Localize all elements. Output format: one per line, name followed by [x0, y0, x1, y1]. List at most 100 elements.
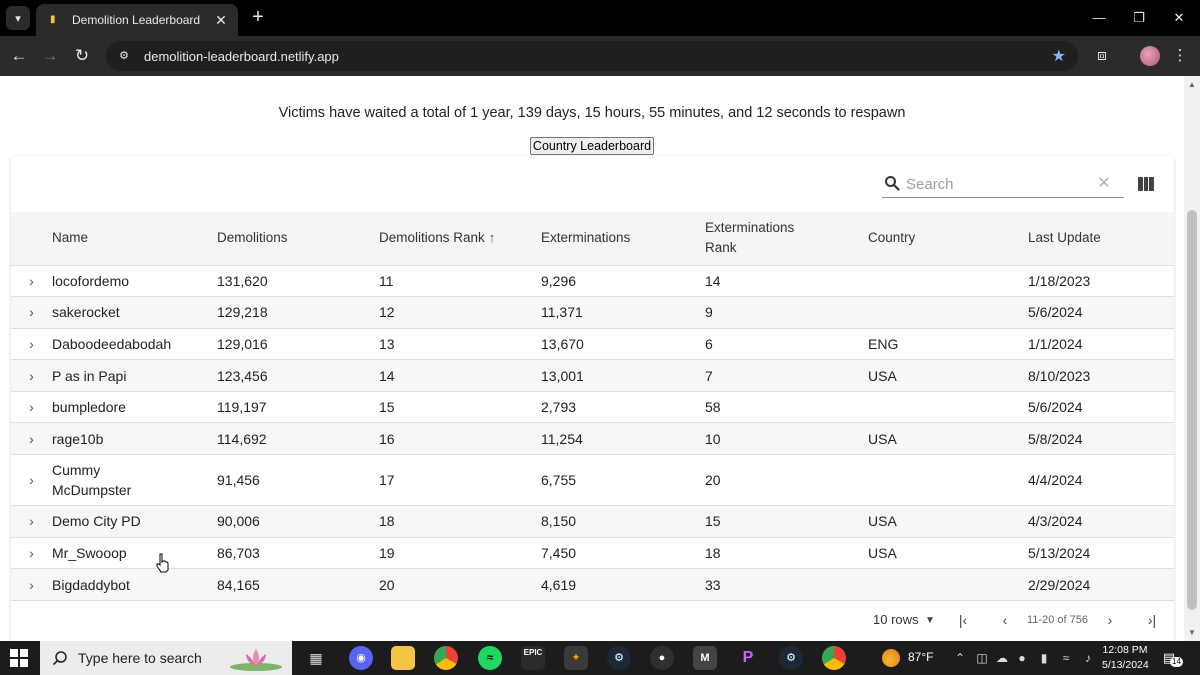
- page-scrollbar[interactable]: ▲ ▼: [1184, 76, 1200, 641]
- battery-icon[interactable]: ▮: [1036, 650, 1052, 666]
- cell-last-update: 2/29/2024: [1028, 576, 1091, 593]
- profile-avatar[interactable]: [1140, 46, 1160, 66]
- tray-app-icon[interactable]: ☁: [994, 650, 1010, 666]
- table-row[interactable]: › Cummy McDumpster 91,456 17 6,755 20 4/…: [11, 455, 1174, 506]
- new-tab-button[interactable]: +: [246, 6, 270, 30]
- minimize-button[interactable]: —: [1086, 6, 1112, 30]
- expand-row-icon[interactable]: ›: [25, 543, 39, 563]
- file-explorer-icon[interactable]: [391, 646, 415, 670]
- extensions-icon[interactable]: ⧈: [1090, 44, 1114, 68]
- wifi-icon[interactable]: ≈: [1058, 650, 1074, 666]
- task-view-icon[interactable]: ▦: [304, 646, 328, 670]
- chrome-icon[interactable]: [822, 646, 846, 670]
- spotify-icon[interactable]: ≈: [478, 646, 502, 670]
- table-row[interactable]: › Mr_Swooop 86,703 19 7,450 18 USA 5/13/…: [11, 537, 1174, 569]
- table-row[interactable]: › Daboodeedabodah 129,016 13 13,670 6 EN…: [11, 328, 1174, 360]
- expand-row-icon[interactable]: ›: [25, 366, 39, 386]
- column-header-exterminations-rank[interactable]: Exterminations Rank: [705, 212, 868, 265]
- tray-overflow-chevron-icon[interactable]: ⌃: [952, 650, 968, 666]
- sort-ascending-icon[interactable]: ↑: [489, 230, 496, 245]
- table-row[interactable]: › Bigdaddybot 84,165 20 4,619 33 2/29/20…: [11, 568, 1174, 601]
- expand-row-icon[interactable]: ›: [25, 271, 39, 291]
- expand-row-icon[interactable]: ›: [25, 397, 39, 417]
- epic-games-icon[interactable]: EPIC: [521, 646, 545, 670]
- clock-time: 12:08 PM: [1102, 644, 1148, 656]
- forward-button[interactable]: →: [38, 44, 62, 68]
- column-header-name[interactable]: Name: [52, 212, 217, 265]
- table-row[interactable]: › rage10b 114,692 16 11,254 10 USA 5/8/2…: [11, 422, 1174, 455]
- browser-menu-icon[interactable]: ⋮: [1170, 44, 1190, 68]
- active-tab[interactable]: ▮ Demolition Leaderboard ✕: [36, 4, 238, 36]
- search-field[interactable]: ✕: [882, 174, 1124, 198]
- cell-exterminations: 11,371: [541, 304, 583, 321]
- url-text[interactable]: demolition-leaderboard.netlify.app: [144, 49, 1052, 64]
- volume-icon[interactable]: ♪: [1080, 650, 1096, 666]
- system-clock[interactable]: 12:08 PM 5/13/2024: [1102, 643, 1149, 673]
- scroll-thumb[interactable]: [1187, 210, 1197, 610]
- reload-button[interactable]: ↻: [70, 44, 94, 68]
- chrome-icon[interactable]: [434, 646, 458, 670]
- pagination-info: 11-20 of 756: [1027, 614, 1088, 626]
- obs-icon[interactable]: ●: [650, 646, 674, 670]
- column-header-demolitions[interactable]: Demolitions: [217, 212, 379, 265]
- scroll-down-arrow-icon[interactable]: ▼: [1188, 628, 1196, 638]
- back-button[interactable]: ←: [7, 44, 31, 68]
- column-header-exterminations[interactable]: Exterminations: [541, 212, 705, 265]
- table-row[interactable]: › Demo City PD 90,006 18 8,150 15 USA 4/…: [11, 505, 1174, 538]
- expand-row-icon[interactable]: ›: [25, 470, 39, 490]
- restore-button[interactable]: ❐: [1126, 6, 1152, 30]
- app-icon[interactable]: ✦: [564, 646, 588, 670]
- previous-page-icon[interactable]: ‹: [995, 610, 1015, 630]
- cell-demolitions-rank: 18: [379, 513, 395, 530]
- cell-name: Daboodeedabodah: [52, 335, 172, 352]
- cell-name: rage10b: [52, 430, 104, 447]
- windows-start-icon[interactable]: [10, 649, 28, 667]
- steam-icon[interactable]: ⚙: [607, 646, 631, 670]
- cell-last-update: 5/8/2024: [1028, 430, 1083, 447]
- leaderboard-card: ✕ Name Demolitions Demolitions Rank ↑ Ext…: [11, 156, 1174, 641]
- table-row[interactable]: › locofordemo 131,620 11 9,296 14 1/18/2…: [11, 265, 1174, 297]
- cell-last-update: 1/18/2023: [1028, 272, 1091, 289]
- column-header-country[interactable]: Country: [868, 212, 1028, 265]
- expand-row-icon[interactable]: ›: [25, 334, 39, 354]
- tab-title: Demolition Leaderboard: [72, 13, 201, 27]
- weather-temperature[interactable]: 87°F: [908, 650, 933, 664]
- country-leaderboard-button[interactable]: Country Leaderboard: [530, 137, 654, 155]
- address-bar[interactable]: ⚙ demolition-leaderboard.netlify.app ★: [106, 41, 1078, 71]
- tray-app-icon[interactable]: ◫: [974, 650, 990, 666]
- pagination-bar: 10 rows ▼ |‹ ‹ 11-20 of 756 › ›|: [11, 606, 1174, 636]
- expand-row-icon[interactable]: ›: [25, 302, 39, 322]
- next-page-icon[interactable]: ›: [1100, 610, 1120, 630]
- expand-row-icon[interactable]: ›: [25, 429, 39, 449]
- cell-exterminations-rank: 58: [705, 399, 721, 416]
- table-row[interactable]: › sakerocket 129,218 12 11,371 9 5/6/202…: [11, 296, 1174, 329]
- expand-row-icon[interactable]: ›: [25, 511, 39, 531]
- app-icon[interactable]: M: [693, 646, 717, 670]
- steam-icon[interactable]: ⚙: [779, 646, 803, 670]
- expand-row-icon[interactable]: ›: [25, 575, 39, 595]
- table-row[interactable]: › P as in Papi 123,456 14 13,001 7 USA 8…: [11, 359, 1174, 392]
- discord-icon[interactable]: ◉: [349, 646, 373, 670]
- clear-search-icon[interactable]: ✕: [1097, 175, 1111, 193]
- last-page-icon[interactable]: ›|: [1142, 610, 1162, 630]
- rows-per-page-select[interactable]: 10 rows: [873, 612, 919, 627]
- microphone-icon[interactable]: ●: [1014, 650, 1030, 666]
- close-window-button[interactable]: ✕: [1166, 6, 1192, 30]
- tab-search-button[interactable]: ▾: [6, 6, 30, 30]
- weather-icon[interactable]: [882, 649, 900, 667]
- site-info-icon[interactable]: ⚙: [116, 48, 132, 64]
- cell-demolitions: 114,692: [217, 430, 267, 447]
- cell-demolitions: 129,016: [217, 335, 268, 352]
- close-tab-icon[interactable]: ✕: [212, 12, 230, 29]
- search-input[interactable]: [906, 174, 1096, 194]
- scroll-up-arrow-icon[interactable]: ▲: [1188, 80, 1196, 90]
- picsart-icon[interactable]: P: [736, 646, 760, 670]
- first-page-icon[interactable]: |‹: [953, 610, 973, 630]
- column-header-last-update[interactable]: Last Update: [1028, 212, 1174, 265]
- dropdown-caret-icon[interactable]: ▼: [925, 612, 935, 630]
- view-columns-icon[interactable]: [1138, 177, 1155, 191]
- page-content: Victims have waited a total of 1 year, 1…: [0, 76, 1184, 641]
- column-header-demolitions-rank[interactable]: Demolitions Rank ↑: [379, 212, 541, 265]
- bookmark-star-icon[interactable]: ★: [1052, 46, 1066, 66]
- table-row[interactable]: › bumpledore 119,197 15 2,793 58 5/6/202…: [11, 391, 1174, 423]
